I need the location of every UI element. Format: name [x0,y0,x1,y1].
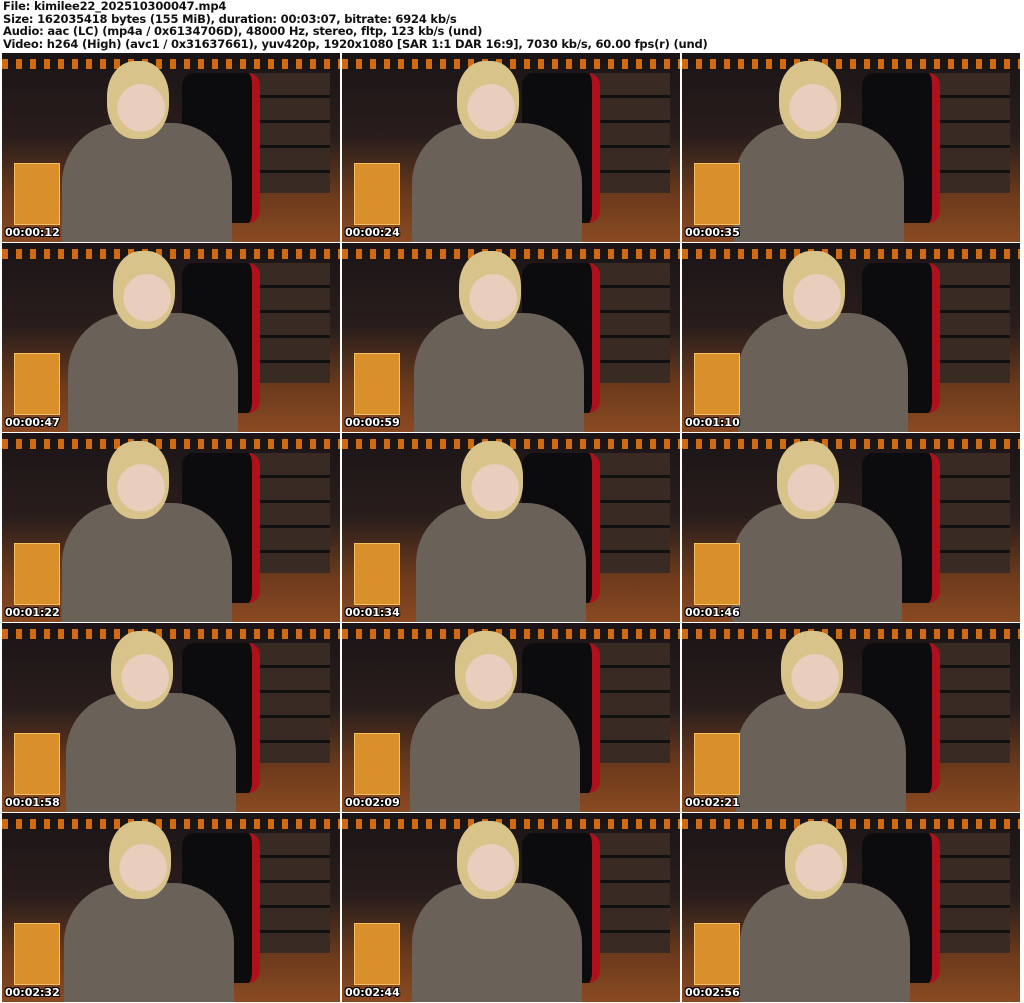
video-thumbnail: 00:01:34 [342,433,680,622]
timestamp: 00:02:44 [345,986,400,999]
person-body [410,693,580,812]
string-lights [682,249,1020,259]
string-lights [2,249,340,259]
string-lights [342,59,680,69]
person-body [740,883,910,1002]
video-thumbnail: 00:02:32 [2,813,340,1002]
timestamp: 00:01:10 [685,416,740,429]
stream-overlay [14,543,60,605]
video-thumbnail: 00:01:58 [2,623,340,812]
stream-overlay [694,543,740,605]
person-body [414,313,584,432]
person-head [459,251,521,329]
string-lights [342,819,680,829]
video-thumbnail: 00:01:22 [2,433,340,622]
video-info: Video: h264 (High) (avc1 / 0x31637661), … [3,36,708,51]
string-lights [2,629,340,639]
timestamp: 00:00:12 [5,226,60,239]
person-body [62,123,232,242]
stream-overlay [694,163,740,225]
stream-overlay [14,353,60,415]
stream-overlay [694,353,740,415]
file-info-header: File: kimilee22_202510300047.mp4 Size: 1… [3,0,708,50]
stream-overlay [354,733,400,795]
person-head [781,631,843,709]
string-lights [342,249,680,259]
person-head [457,821,519,899]
audio-info: Audio: aac (LC) (mp4a / 0x6134706D), 480… [3,24,483,39]
string-lights [682,439,1020,449]
video-thumbnail: 00:02:21 [682,623,1020,812]
stream-overlay [354,923,400,985]
video-thumbnail: 00:02:44 [342,813,680,1002]
string-lights [2,819,340,829]
person-body [62,503,232,622]
timestamp: 00:02:56 [685,986,740,999]
video-thumbnail: 00:00:24 [342,53,680,242]
string-lights [2,59,340,69]
timestamp: 00:00:47 [5,416,60,429]
person-body [732,503,902,622]
person-body [68,313,238,432]
timestamp: 00:01:46 [685,606,740,619]
video-thumbnail: 00:01:46 [682,433,1020,622]
timestamp: 00:01:34 [345,606,400,619]
stream-overlay [14,163,60,225]
person-head [785,821,847,899]
timestamp: 00:02:32 [5,986,60,999]
video-thumbnail: 00:02:09 [342,623,680,812]
person-body [412,883,582,1002]
person-body [738,313,908,432]
stream-overlay [14,923,60,985]
video-thumbnail: 00:00:12 [2,53,340,242]
person-body [64,883,234,1002]
video-thumbnail: 00:00:35 [682,53,1020,242]
person-head [107,61,169,139]
stream-overlay [694,923,740,985]
person-head [779,61,841,139]
file-name: File: kimilee22_202510300047.mp4 [3,0,227,13]
string-lights [682,819,1020,829]
person-body [736,693,906,812]
video-thumbnail: 00:00:59 [342,243,680,432]
video-thumbnail: 00:02:56 [682,813,1020,1002]
person-head [777,441,839,519]
person-body [66,693,236,812]
stream-overlay [354,543,400,605]
person-head [783,251,845,329]
video-thumbnail: 00:01:10 [682,243,1020,432]
person-head [455,631,517,709]
person-head [109,821,171,899]
timestamp: 00:00:24 [345,226,400,239]
timestamp: 00:01:22 [5,606,60,619]
timestamp: 00:02:21 [685,796,740,809]
stream-overlay [354,353,400,415]
thumbnail-grid: 00:00:12 00:00:24 00:00:35 00:00:47 00:00:59… [2,53,1020,1002]
video-thumbnail: 00:00:47 [2,243,340,432]
string-lights [682,629,1020,639]
stream-overlay [14,733,60,795]
stream-overlay [694,733,740,795]
person-body [734,123,904,242]
person-head [461,441,523,519]
person-head [111,631,173,709]
string-lights [342,629,680,639]
string-lights [2,439,340,449]
person-head [113,251,175,329]
string-lights [682,59,1020,69]
person-body [416,503,586,622]
timestamp: 00:00:35 [685,226,740,239]
timestamp: 00:01:58 [5,796,60,809]
person-head [457,61,519,139]
person-body [412,123,582,242]
timestamp: 00:02:09 [345,796,400,809]
timestamp: 00:00:59 [345,416,400,429]
person-head [107,441,169,519]
stream-overlay [354,163,400,225]
